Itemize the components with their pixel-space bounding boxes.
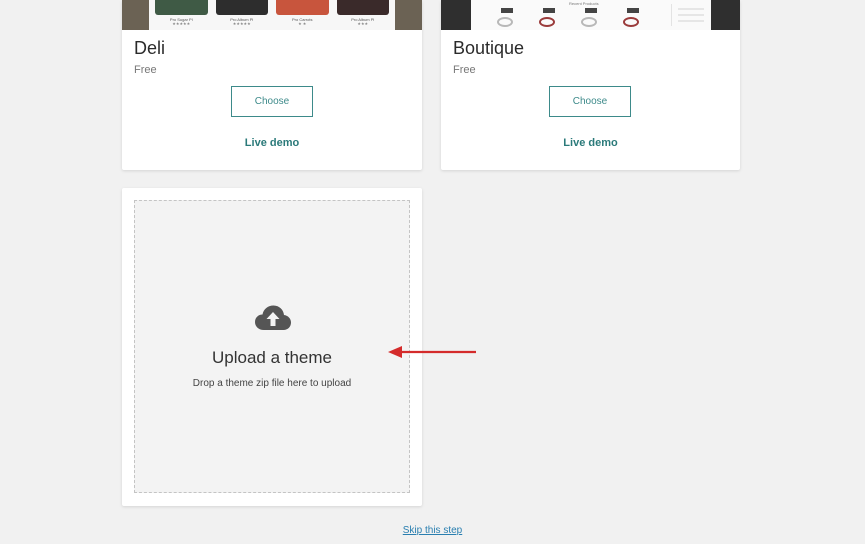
theme-preview-deli: Pro Sugar Pl ★★★★★ Pro Album Pl ★★★★★ Pr…: [122, 0, 422, 30]
ring-image: [623, 17, 639, 27]
product-rating: ★ ★: [298, 21, 307, 26]
price-tag: [585, 8, 597, 13]
sidebar-line: [678, 14, 704, 16]
choose-deli-button[interactable]: Choose: [231, 86, 313, 117]
sidebar-line: [678, 8, 704, 10]
ring-image: [539, 17, 555, 27]
deli-preview-products: Pro Sugar Pl ★★★★★ Pro Album Pl ★★★★★ Pr…: [149, 0, 395, 30]
price-tag: [627, 8, 639, 13]
boutique-preview-product: [491, 8, 521, 28]
theme-preview-boutique: Recent Products: [441, 0, 740, 30]
theme-selection-page: Pro Sugar Pl ★★★★★ Pro Album Pl ★★★★★ Pr…: [0, 0, 865, 544]
product-image: [155, 0, 208, 15]
theme-card-deli: Pro Sugar Pl ★★★★★ Pro Album Pl ★★★★★ Pr…: [122, 0, 422, 170]
theme-price: Free: [134, 64, 157, 76]
theme-name: Boutique: [453, 38, 525, 58]
deli-preview-product: Pro Sugar Pl ★★★★★: [155, 0, 208, 30]
product-image: [215, 0, 268, 15]
live-demo-boutique-link[interactable]: Live demo: [441, 137, 740, 149]
ring-image: [581, 17, 597, 27]
price-tag: [501, 8, 513, 13]
theme-price: Free: [453, 64, 476, 76]
preview-heading: Recent Products: [569, 1, 599, 6]
boutique-preview-product: [533, 8, 563, 28]
theme-name: Deli: [134, 38, 166, 58]
product-rating: ★★★★★: [232, 21, 251, 26]
ring-image: [497, 17, 513, 27]
deli-preview-product: Pro Album Pl ★★★: [336, 0, 389, 30]
upload-subtitle: Drop a theme zip file here to upload: [192, 378, 352, 389]
deli-preview-product: Pro Album Pl ★★★★★: [215, 0, 268, 30]
product-image: [276, 0, 329, 15]
cloud-upload-icon: [255, 305, 291, 330]
upload-theme-card: Upload a theme Drop a theme zip file her…: [122, 188, 422, 506]
sidebar-line: [678, 20, 704, 22]
theme-upload-dropzone[interactable]: Upload a theme Drop a theme zip file her…: [134, 200, 410, 493]
upload-title: Upload a theme: [211, 348, 333, 367]
red-arrow-icon: [388, 346, 476, 358]
boutique-preview-products: Recent Products: [471, 0, 711, 30]
product-rating: ★★★★★: [172, 21, 191, 26]
theme-card-boutique: Recent Products Boutique Free Choose Liv…: [441, 0, 740, 170]
choose-boutique-button[interactable]: Choose: [549, 86, 631, 117]
live-demo-deli-link[interactable]: Live demo: [122, 137, 422, 149]
product-image: [336, 0, 389, 15]
product-rating: ★★★: [357, 21, 369, 26]
boutique-preview-product: [575, 8, 605, 28]
preview-sidebar: [671, 4, 712, 26]
skip-step-link[interactable]: Skip this step: [0, 525, 865, 536]
deli-preview-product: Pro Carrots ★ ★: [276, 0, 329, 30]
price-tag: [543, 8, 555, 13]
boutique-preview-product: [617, 8, 647, 28]
